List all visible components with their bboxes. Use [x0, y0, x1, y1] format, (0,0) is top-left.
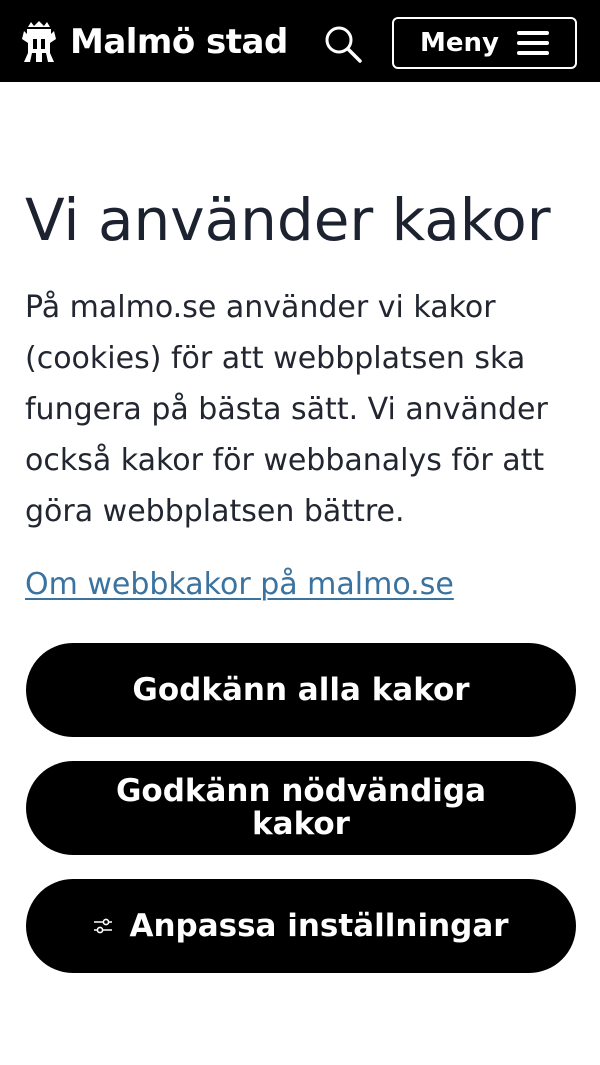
- customize-settings-button[interactable]: Anpassa inställningar: [26, 879, 576, 973]
- search-icon: [325, 26, 362, 63]
- menu-button[interactable]: Meny: [392, 17, 577, 69]
- site-name: Malmö stad: [70, 22, 288, 62]
- accept-all-cookies-button[interactable]: Godkänn alla kakor: [26, 643, 576, 737]
- malmo-griffin-crest-icon: [22, 21, 56, 62]
- site-logo[interactable]: Malmö stad: [18, 18, 288, 66]
- cookie-info-link[interactable]: Om webbkakor på malmo.se: [25, 560, 454, 610]
- hamburger-icon: [516, 31, 549, 55]
- page-title: Vi använder kakor: [25, 186, 551, 254]
- site-header: Malmö stad Meny: [0, 0, 600, 82]
- accept-all-label: Godkänn alla kakor: [132, 671, 470, 708]
- accept-necessary-cookies-button[interactable]: Godkänn nödvändiga kakor: [26, 761, 576, 855]
- customize-label: Anpassa inställningar: [129, 907, 509, 944]
- accept-necessary-label: Godkänn nödvändiga kakor: [115, 773, 487, 842]
- sliders-icon: [94, 918, 113, 934]
- menu-label: Meny: [420, 28, 499, 58]
- search-button[interactable]: [320, 22, 366, 66]
- cookie-intro-text: På malmo.se använder vi kakor (cookies) …: [25, 290, 548, 529]
